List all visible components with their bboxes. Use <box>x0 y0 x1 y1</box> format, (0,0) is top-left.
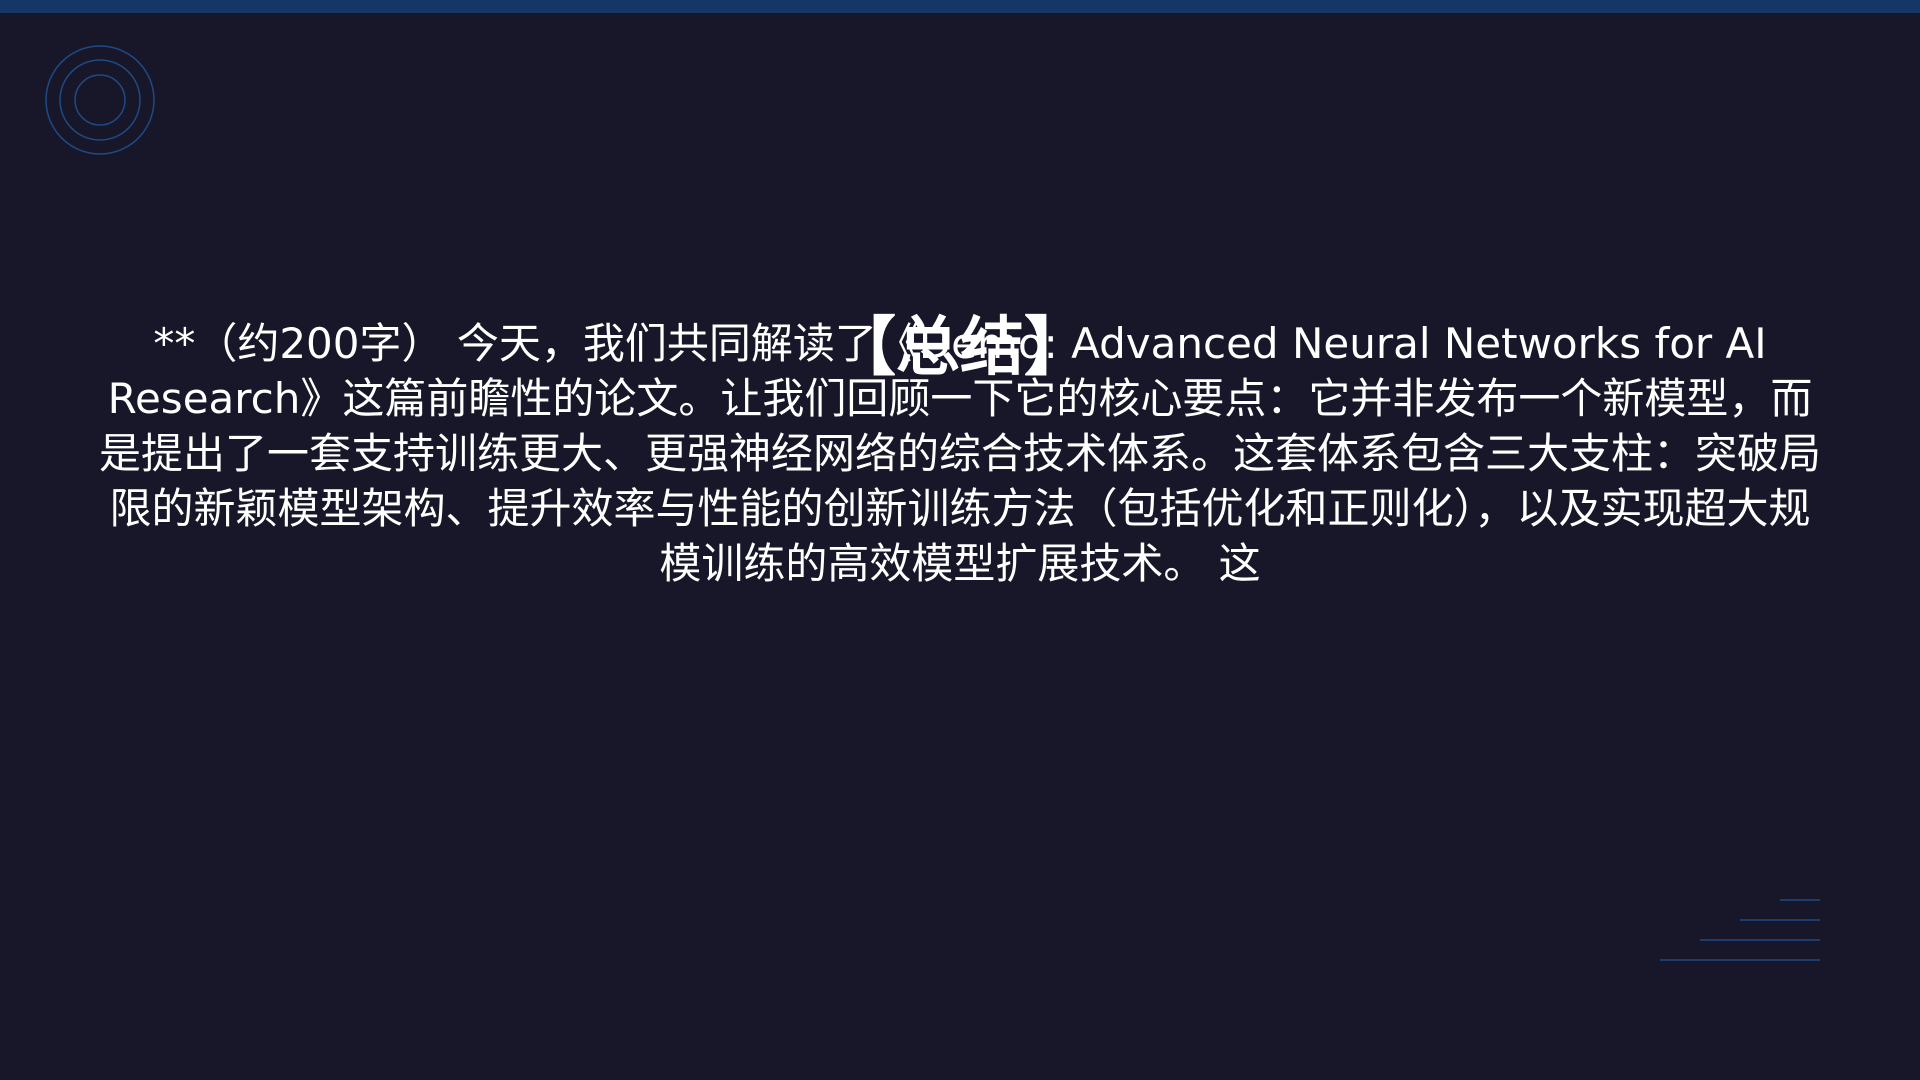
concentric-circles-icon <box>45 45 155 155</box>
presentation-slide: **（约200字） 今天，我们共同解读了《Demo: Advanced Neur… <box>0 0 1920 1080</box>
top-accent-bar <box>0 0 1920 13</box>
slide-title: 【总结】 <box>832 311 1088 385</box>
stacked-lines-icon <box>1660 899 1820 961</box>
